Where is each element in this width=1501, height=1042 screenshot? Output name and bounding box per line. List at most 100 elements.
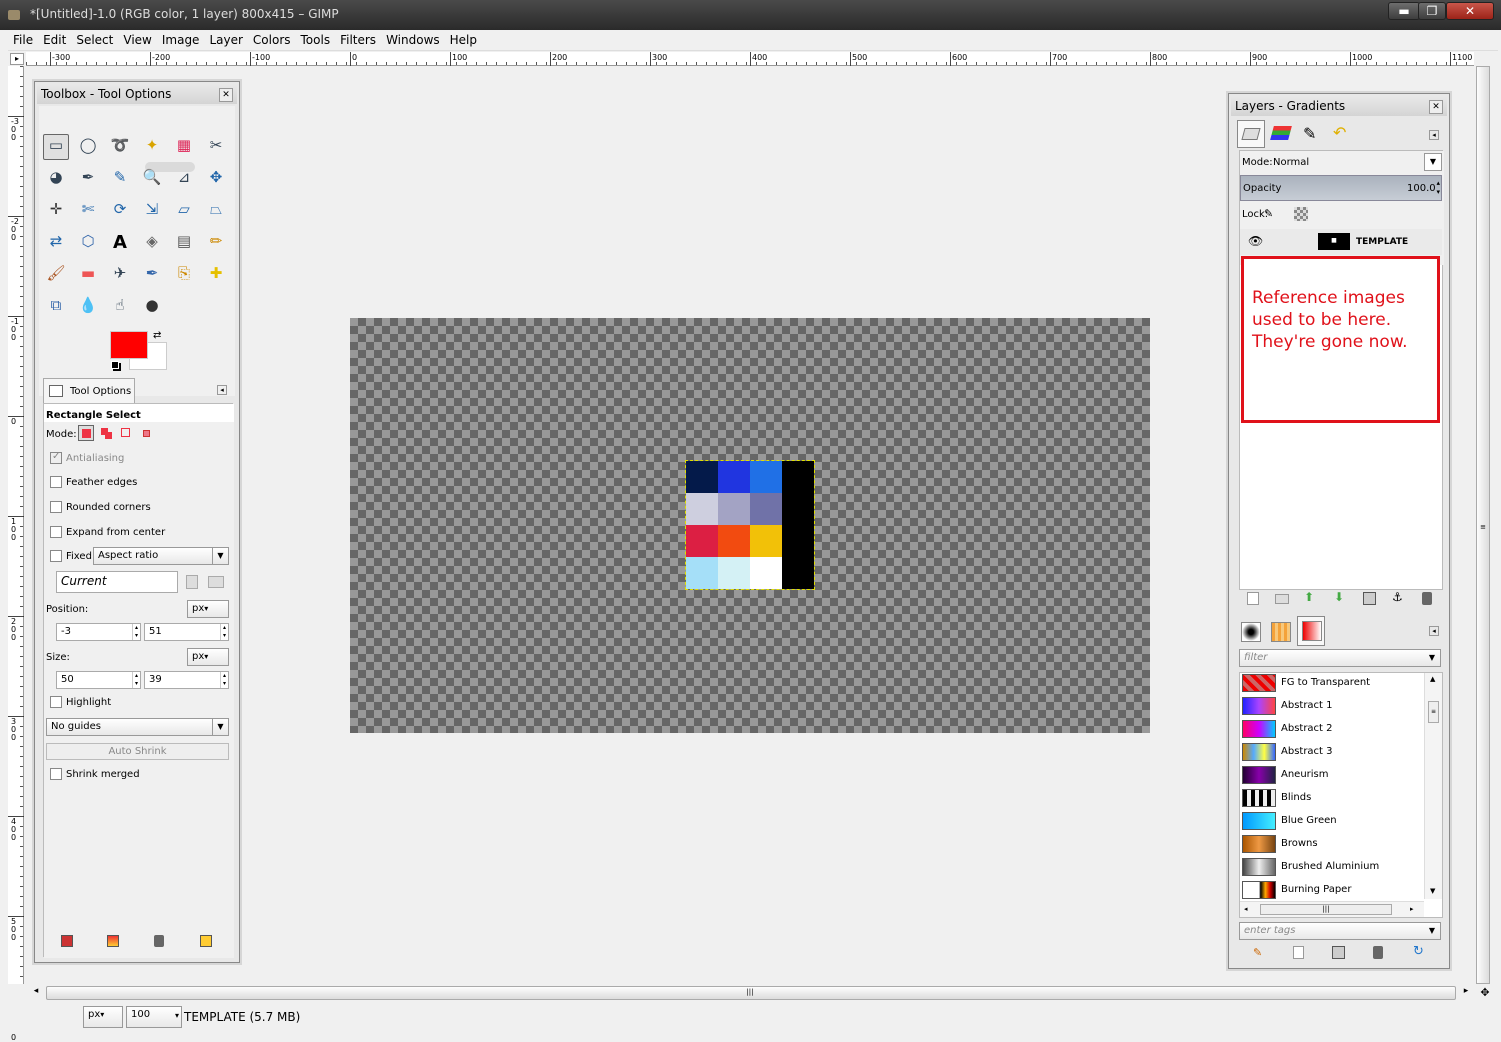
position-y-field[interactable]: 51 ▴ ▾ [144,623,229,641]
tool-clone-button[interactable]: ⎘ [171,262,197,288]
menu-filters[interactable]: Filters [335,30,381,51]
gradient-list-item[interactable]: FG to Transparent [1242,672,1432,695]
zoom-select[interactable]: 100 ▾ [126,1006,182,1028]
tab-brushes[interactable] [1237,618,1265,646]
tool-pencil-button[interactable]: ✏ [203,230,229,256]
gradient-list-item[interactable]: Browns [1242,833,1432,856]
position-unit-select[interactable]: px▾ [187,600,229,618]
delete-layer-icon[interactable] [1422,592,1432,605]
tool-heal-button[interactable]: ✚ [203,262,229,288]
antialiasing-checkbox[interactable]: ✓ [50,451,62,464]
tool-blur-button[interactable]: 💧 [75,294,101,320]
gradient-list-item[interactable]: Aneurism [1242,764,1432,787]
scroll-right-arrow[interactable]: ▸ [1458,986,1474,1000]
tool-bucket-fill-button[interactable]: ◈ [139,230,165,256]
menu-select[interactable]: Select [71,30,118,51]
new-gradient-icon[interactable] [1293,946,1304,959]
layer-row-template[interactable]: 👁 ■ TEMPLATE [1240,229,1442,255]
menu-image[interactable]: Image [157,30,205,51]
close-dock-button[interactable]: ✕ [1429,100,1443,114]
tool-shear-button[interactable]: ▱ [171,198,197,224]
shrink-merged-checkbox[interactable] [50,768,62,780]
gradient-filter-input[interactable]: filter ▼ [1239,649,1441,667]
scroll-grip[interactable]: ≡ [1477,524,1489,531]
tab-tool-options[interactable]: Tool Options [43,378,135,404]
gradient-list-hscrollbar[interactable]: ◂ ||| ▸ [1240,901,1424,917]
menu-colors[interactable]: Colors [248,30,296,51]
tool-foreground-select-button[interactable]: ◕ [43,166,69,192]
opacity-slider[interactable]: Opacity 100.0 ▴ ▾ [1240,175,1442,201]
rounded-corners-checkbox[interactable] [50,501,62,513]
foreground-color-swatch[interactable] [110,331,148,359]
refresh-gradients-icon[interactable]: ↻ [1413,944,1424,959]
tool-dodge-burn-button[interactable]: ● [139,294,165,320]
highlight-checkbox[interactable] [50,696,62,708]
tool-scissors-select-button[interactable]: ✂ [203,134,229,160]
size-height-field[interactable]: 39 ▴ ▾ [144,671,229,689]
tool-ellipse-select-button[interactable]: ◯ [75,134,101,160]
lock-pixels-icon[interactable]: ✎ [1264,207,1278,221]
tool-cage-transform-button[interactable]: ⬡ [75,230,101,256]
auto-shrink-button[interactable]: Auto Shrink [46,743,229,760]
tool-text-button[interactable]: A [107,230,133,256]
tab-patterns[interactable] [1267,618,1295,646]
swap-colors-icon[interactable]: ⇄ [153,330,161,341]
tab-menu-icon[interactable]: ◂ [217,385,227,395]
expand-from-center-checkbox[interactable] [50,526,62,538]
navigate-icon[interactable]: ✥ [1478,986,1492,1000]
scroll-grip[interactable]: ||| [744,988,756,998]
fixed-mode-select[interactable]: Aspect ratio ▼ [93,547,229,565]
tab-paths[interactable]: ✎ [1297,120,1325,148]
quick-mask-corner-button[interactable]: ▸ [10,53,24,65]
raise-layer-icon[interactable]: ⬆ [1304,590,1314,604]
tool-blend-button[interactable]: ▤ [171,230,197,256]
maximize-button[interactable]: ❐ [1418,2,1446,20]
gradient-list-item[interactable]: Blinds [1242,787,1432,810]
tool-crop-button[interactable]: ✄ [75,198,101,224]
tool-eraser-button[interactable]: ▬ [75,262,101,288]
tool-paintbrush-button[interactable]: 🖌 [43,262,69,288]
aspect-current-field[interactable]: Current [56,571,178,593]
tab-undo-history[interactable]: ↶ [1327,120,1355,148]
new-layer-icon[interactable] [1247,592,1259,605]
restore-options-icon[interactable] [107,935,119,947]
gradient-list-item[interactable]: Abstract 3 [1242,741,1432,764]
eye-icon[interactable]: 👁 [1248,234,1263,248]
menu-help[interactable]: Help [445,30,482,51]
close-button[interactable]: ✕ [1446,2,1494,20]
mode-replace-button[interactable] [78,425,94,441]
gradient-tags-input[interactable]: enter tags ▼ [1239,922,1441,940]
position-x-field[interactable]: -3 ▴ ▾ [56,623,141,641]
tool-airbrush-button[interactable]: ✈ [107,262,133,288]
lock-alpha-icon[interactable] [1294,207,1308,221]
lower-layer-icon[interactable]: ⬇ [1334,590,1344,604]
menu-windows[interactable]: Windows [381,30,445,51]
tab-menu-icon[interactable]: ◂ [1429,130,1439,140]
size-width-field[interactable]: 50 ▴ ▾ [56,671,141,689]
landscape-icon[interactable] [208,576,224,588]
guides-select[interactable]: No guides ▼ [46,718,229,736]
tool-move-button[interactable]: ✥ [203,166,229,192]
status-unit-select[interactable]: px▾ [83,1006,123,1028]
new-layer-group-icon[interactable] [1275,594,1289,604]
mode-intersect-button[interactable] [138,425,154,441]
tool-perspective-clone-button[interactable]: ⧉ [43,294,69,320]
menu-layer[interactable]: Layer [204,30,247,51]
delete-options-icon[interactable] [154,935,164,947]
delete-gradient-icon[interactable] [1373,946,1383,959]
duplicate-gradient-icon[interactable] [1332,946,1345,959]
save-options-icon[interactable] [61,935,73,947]
gradient-list-item[interactable]: Burning Paper [1242,879,1432,902]
tab-layers[interactable] [1237,120,1265,148]
tool-color-select-button[interactable]: ▦ [171,134,197,160]
layer-mode-dropdown[interactable]: ▼ [1424,153,1442,171]
tool-smudge-button[interactable]: ☝ [107,294,133,320]
edit-gradient-icon[interactable]: ✎ [1253,946,1262,959]
tab-channels[interactable] [1267,120,1295,148]
gradient-list-item[interactable]: Brushed Aluminium [1242,856,1432,879]
tool-fuzzy-select-button[interactable]: ✦ [139,134,165,160]
minimize-button[interactable]: ▬ [1388,2,1420,20]
default-colors-icon[interactable] [111,361,119,369]
gradient-list-item[interactable]: Abstract 1 [1242,695,1432,718]
tool-flip-button[interactable]: ⇄ [43,230,69,256]
